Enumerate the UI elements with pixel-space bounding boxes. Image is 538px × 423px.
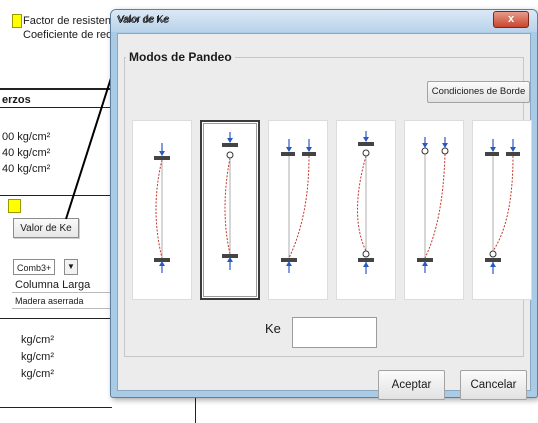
dialog-titlebar[interactable]: Valor de Ke x (111, 10, 537, 32)
mode-3-tile[interactable] (268, 120, 328, 300)
cancel-button[interactable]: Cancelar (460, 370, 527, 400)
buckling-mode-icon (357, 131, 374, 274)
mode-6-tile[interactable] (472, 120, 532, 300)
dialog-body: Modos de Pandeo Condiciones de Borde Ke … (117, 33, 532, 400)
frame-label: Modos de Pandeo (126, 49, 235, 65)
callout-label: Valor de Ke (118, 14, 170, 25)
accept-button[interactable]: Aceptar (378, 370, 445, 400)
ke-label: Ke (265, 321, 281, 336)
buckling-mode-icon (417, 137, 449, 273)
buckling-mode-icon (281, 139, 316, 273)
close-icon[interactable]: x (493, 11, 529, 28)
buckling-mode-icon (154, 143, 170, 273)
mode-5-tile[interactable] (404, 120, 464, 300)
mode-1-tile[interactable] (132, 120, 192, 300)
mode-2-tile[interactable] (200, 120, 260, 300)
mode-4-tile[interactable] (336, 120, 396, 300)
ke-dialog: Valor de Ke x Modos de Pandeo Condicione… (110, 9, 538, 400)
boundary-conditions-button[interactable]: Condiciones de Borde (427, 81, 530, 103)
buckling-mode-icon (485, 139, 520, 274)
buckling-mode-icon (222, 132, 238, 270)
ke-input[interactable] (292, 317, 377, 348)
